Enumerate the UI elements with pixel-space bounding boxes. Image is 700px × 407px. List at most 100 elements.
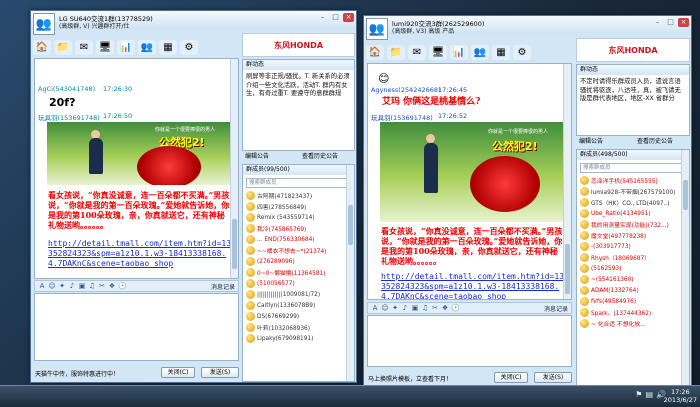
settings-icon[interactable]: ⚙ [180, 39, 198, 55]
member-item[interactable]: Ube_Ratio(4134951) [580, 208, 685, 219]
group-avatar[interactable]: 👥 [33, 13, 55, 35]
music-icon[interactable]: ♫ [421, 304, 429, 312]
member-scrollbar[interactable] [681, 150, 689, 386]
send-button[interactable]: 发送(S) [534, 372, 572, 383]
edit-notice-link[interactable]: 编辑公告 [242, 152, 298, 162]
member-search-input[interactable]: 搜索群成员 [580, 163, 687, 173]
send-button[interactable]: 发送(S) [201, 367, 239, 378]
members-icon[interactable]: 👥 [138, 39, 156, 55]
folder-icon[interactable]: 📁 [54, 39, 72, 55]
member-item[interactable]: (510056577) [246, 278, 350, 289]
monitor-icon[interactable]: 🖥 [429, 44, 447, 60]
monitor-icon[interactable]: 🖥 [96, 39, 114, 55]
chart-icon[interactable]: 📊 [450, 44, 468, 60]
close-chat-button[interactable]: 关闭(C) [494, 372, 528, 383]
member-item[interactable]: ~ 化合适 不想化放... [580, 318, 685, 329]
members-icon[interactable]: 👥 [471, 44, 489, 60]
title-bar[interactable]: 👥 lumi920交流3群(262529600) (高级群, V3) 高级 产品… [364, 16, 691, 40]
group-avatar[interactable]: 👥 [366, 18, 388, 40]
network-icon[interactable]: ▤ [645, 390, 653, 399]
message-sender[interactable]: Agyness(254242668) [371, 86, 441, 94]
member-item[interactable]: ~~橘衣不想去~*(21374) [246, 245, 350, 256]
screenshot-icon[interactable]: ✂ [98, 282, 106, 290]
image-icon[interactable]: ▣ [411, 304, 419, 312]
ad-image[interactable]: 你就是一个很要捧很的男人 公然犯2! [47, 122, 233, 185]
close-button[interactable]: × [343, 13, 354, 22]
minimize-button[interactable]: – [317, 13, 328, 22]
font-icon[interactable]: A [38, 282, 46, 290]
message-scrollbar[interactable] [563, 64, 571, 299]
folder-icon[interactable]: 📁 [387, 44, 405, 60]
member-item[interactable]: ~(554161360) [580, 274, 685, 285]
product-link[interactable]: http://detail.tmall.com/item.htm?id=1335… [48, 239, 234, 269]
member-item[interactable]: 古阿期(471823437) [246, 190, 350, 201]
close-chat-button[interactable]: 关闭(C) [161, 367, 195, 378]
member-item[interactable]: Rhysh（18069687） [580, 252, 685, 263]
emoji-icon[interactable]: ☺ [48, 282, 56, 290]
chart-icon[interactable]: 📊 [117, 39, 135, 55]
member-item[interactable]: 0~0~懒猫懒(11364581) [246, 267, 350, 278]
message-area[interactable]: 😊 Agyness(254242668) 17:26:45 艾玛 你俩这是桃基情… [367, 63, 572, 300]
member-item[interactable]: Remix (543559714) [246, 212, 350, 223]
history-notice-link[interactable]: 查看历史公告 [299, 152, 355, 162]
member-item[interactable]: Caitlyn(1336078B9) [246, 300, 350, 311]
message-area[interactable]: AgCi(543041748) 17:26:30 20f? 玩具羽(153691… [34, 58, 239, 279]
member-item[interactable]: fVfs(49584976) [580, 296, 685, 307]
vibrate-icon[interactable]: ✦ [391, 304, 399, 312]
message-sender[interactable]: 玩具羽(153691748) [38, 112, 100, 122]
honda-ad-banner[interactable]: 东风HONDA [576, 38, 690, 62]
title-bar[interactable]: 👥 LG SU640交流1群(13778529) (高级群, V) 兴趣群打开/… [31, 11, 356, 35]
member-item[interactable]: 四害(278556849) [246, 201, 350, 212]
member-item[interactable]: 恋泽洋手机(545165555) [580, 175, 685, 186]
member-item[interactable]: Spark。(137444362) [580, 307, 685, 318]
history-button[interactable]: 消息记录 [544, 304, 568, 313]
music-icon[interactable]: ♫ [88, 282, 96, 290]
member-item[interactable]: 魔文堂(497778238) [580, 230, 685, 241]
history-button[interactable]: 消息记录 [211, 282, 235, 291]
maximize-button[interactable]: □ [330, 13, 341, 22]
member-item[interactable]: 我的用测量实现(功能)(732...) [580, 219, 685, 230]
settings-icon[interactable]: ⚙ [513, 44, 531, 60]
maximize-button[interactable]: □ [665, 18, 676, 27]
ad-image[interactable]: 你就是一个很要捧很的男人 公然犯2! [380, 122, 566, 222]
vibrate-icon[interactable]: ✦ [58, 282, 66, 290]
font-icon[interactable]: A [371, 304, 379, 312]
member-search-input[interactable]: 搜索群成员 [246, 178, 352, 188]
voice-icon[interactable]: ♪ [401, 304, 409, 312]
member-item[interactable]: 叶莉(1032068936) [246, 322, 350, 333]
mail-icon[interactable]: ✉ [75, 39, 93, 55]
member-item[interactable]: -(303917773) [580, 241, 685, 252]
chat-window-lumia-group[interactable]: 👥 lumi920交流3群(262529600) (高级群, V3) 高级 产品… [363, 15, 692, 388]
message-input[interactable] [34, 293, 239, 361]
home-icon[interactable]: 🏠 [33, 39, 51, 55]
member-item[interactable]: DS(67669299) [246, 311, 350, 322]
member-item[interactable]: ... END(756330684) [246, 234, 350, 245]
emoji-icon[interactable]: ☺ [381, 304, 389, 312]
honda-ad-banner[interactable]: 东风HONDA [242, 33, 355, 57]
flag-icon[interactable]: ⚑ [635, 390, 642, 399]
member-item[interactable]: Lipaky(679098191) [246, 333, 350, 344]
apps-icon[interactable]: ▦ [492, 44, 510, 60]
edit-notice-link[interactable]: 编辑公告 [576, 137, 633, 147]
message-scrollbar[interactable] [230, 59, 238, 278]
member-item[interactable]: GTS（HK）CO., LTD(4097..) [580, 197, 685, 208]
member-item[interactable]: (5162593) [580, 263, 685, 274]
mail-icon[interactable]: ✉ [408, 44, 426, 60]
member-item[interactable]: ||||||||||||(1009081/72) [246, 289, 350, 300]
minimize-button[interactable]: – [652, 18, 663, 27]
member-scrollbar[interactable] [346, 165, 354, 381]
message-input[interactable] [367, 315, 572, 367]
member-item[interactable]: 我冷(745865769) [246, 223, 350, 234]
member-item[interactable]: (276289096) [246, 256, 350, 267]
history-notice-link[interactable]: 查看历史公告 [634, 137, 690, 147]
gift-icon[interactable]: ❖ [108, 282, 116, 290]
apps-icon[interactable]: ▦ [159, 39, 177, 55]
member-item[interactable]: ADAM(1332764) [580, 285, 685, 296]
clock[interactable]: 17:26 2013/6/27 [664, 388, 697, 404]
home-icon[interactable]: 🏠 [366, 44, 384, 60]
member-item[interactable]: lumia928-不带烟(267579100) [580, 186, 685, 197]
message-sender[interactable]: AgCi(543041748) [38, 85, 95, 93]
screenshot-icon[interactable]: ✂ [431, 304, 439, 312]
message-sender[interactable]: 玩具羽(153691748) [371, 112, 433, 122]
voice-icon[interactable]: ♪ [68, 282, 76, 290]
